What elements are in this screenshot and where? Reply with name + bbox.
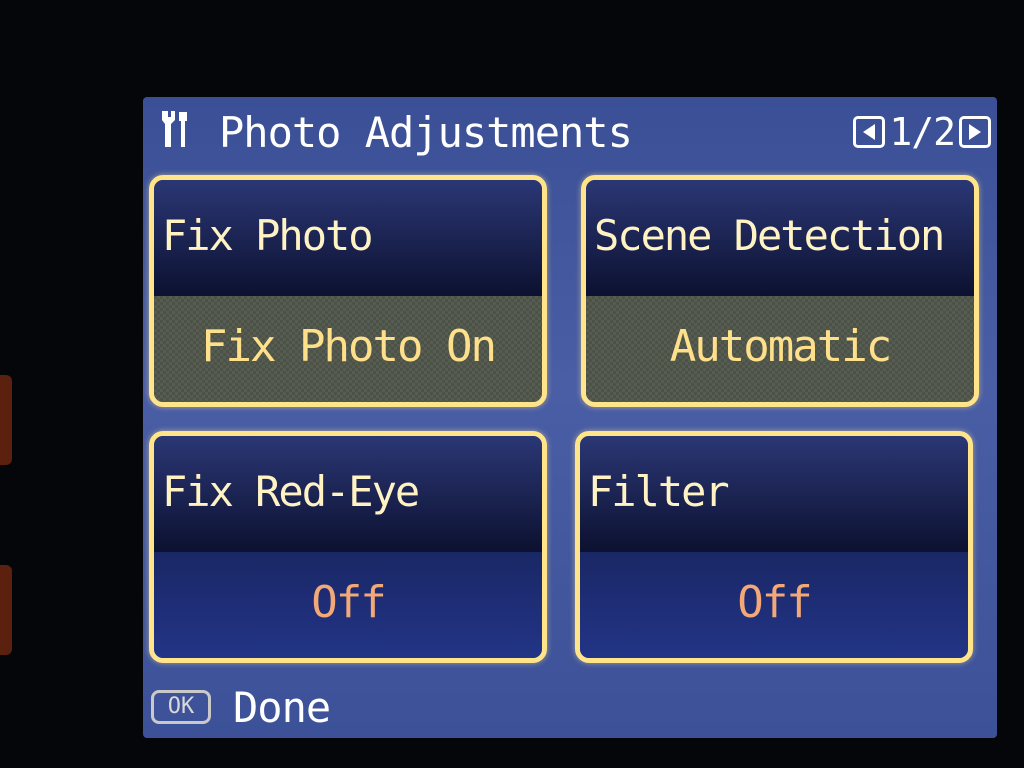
arrow-right-icon [969, 124, 981, 140]
fix-red-eye-tile[interactable]: Fix Red-Eye Off [149, 431, 547, 663]
wrench-screwdriver-icon [162, 111, 187, 147]
ok-button-icon[interactable]: OK [151, 690, 211, 724]
device-light-top [0, 375, 12, 465]
device-light-bottom [0, 565, 12, 655]
tile-label: Filter [588, 467, 730, 516]
prev-page-button[interactable] [853, 116, 886, 148]
page-title: Photo Adjustments [219, 108, 633, 157]
tile-value: Off [737, 577, 812, 628]
next-page-button[interactable] [959, 116, 991, 148]
header-bar: Photo Adjustments 1/2 [143, 97, 997, 167]
tile-value: Off [311, 577, 386, 628]
tile-value: Fix Photo On [201, 321, 497, 372]
tile-label: Scene Detection [594, 211, 945, 260]
tile-label: Fix Red-Eye [162, 467, 420, 516]
filter-tile[interactable]: Filter Off [575, 431, 973, 663]
page-indicator: 1/2 [853, 112, 991, 152]
lcd-screen: Photo Adjustments 1/2 Fix Photo Fix Phot… [143, 97, 997, 738]
done-label: Done [233, 683, 331, 732]
tile-value: Automatic [669, 321, 892, 372]
fix-photo-tile[interactable]: Fix Photo Fix Photo On [149, 175, 547, 407]
page-number: 1/2 [889, 110, 956, 154]
tile-label: Fix Photo [162, 211, 374, 260]
arrow-left-icon [863, 124, 876, 140]
footer-bar: OK Done [143, 681, 997, 738]
scene-detection-tile[interactable]: Scene Detection Automatic [581, 175, 979, 407]
